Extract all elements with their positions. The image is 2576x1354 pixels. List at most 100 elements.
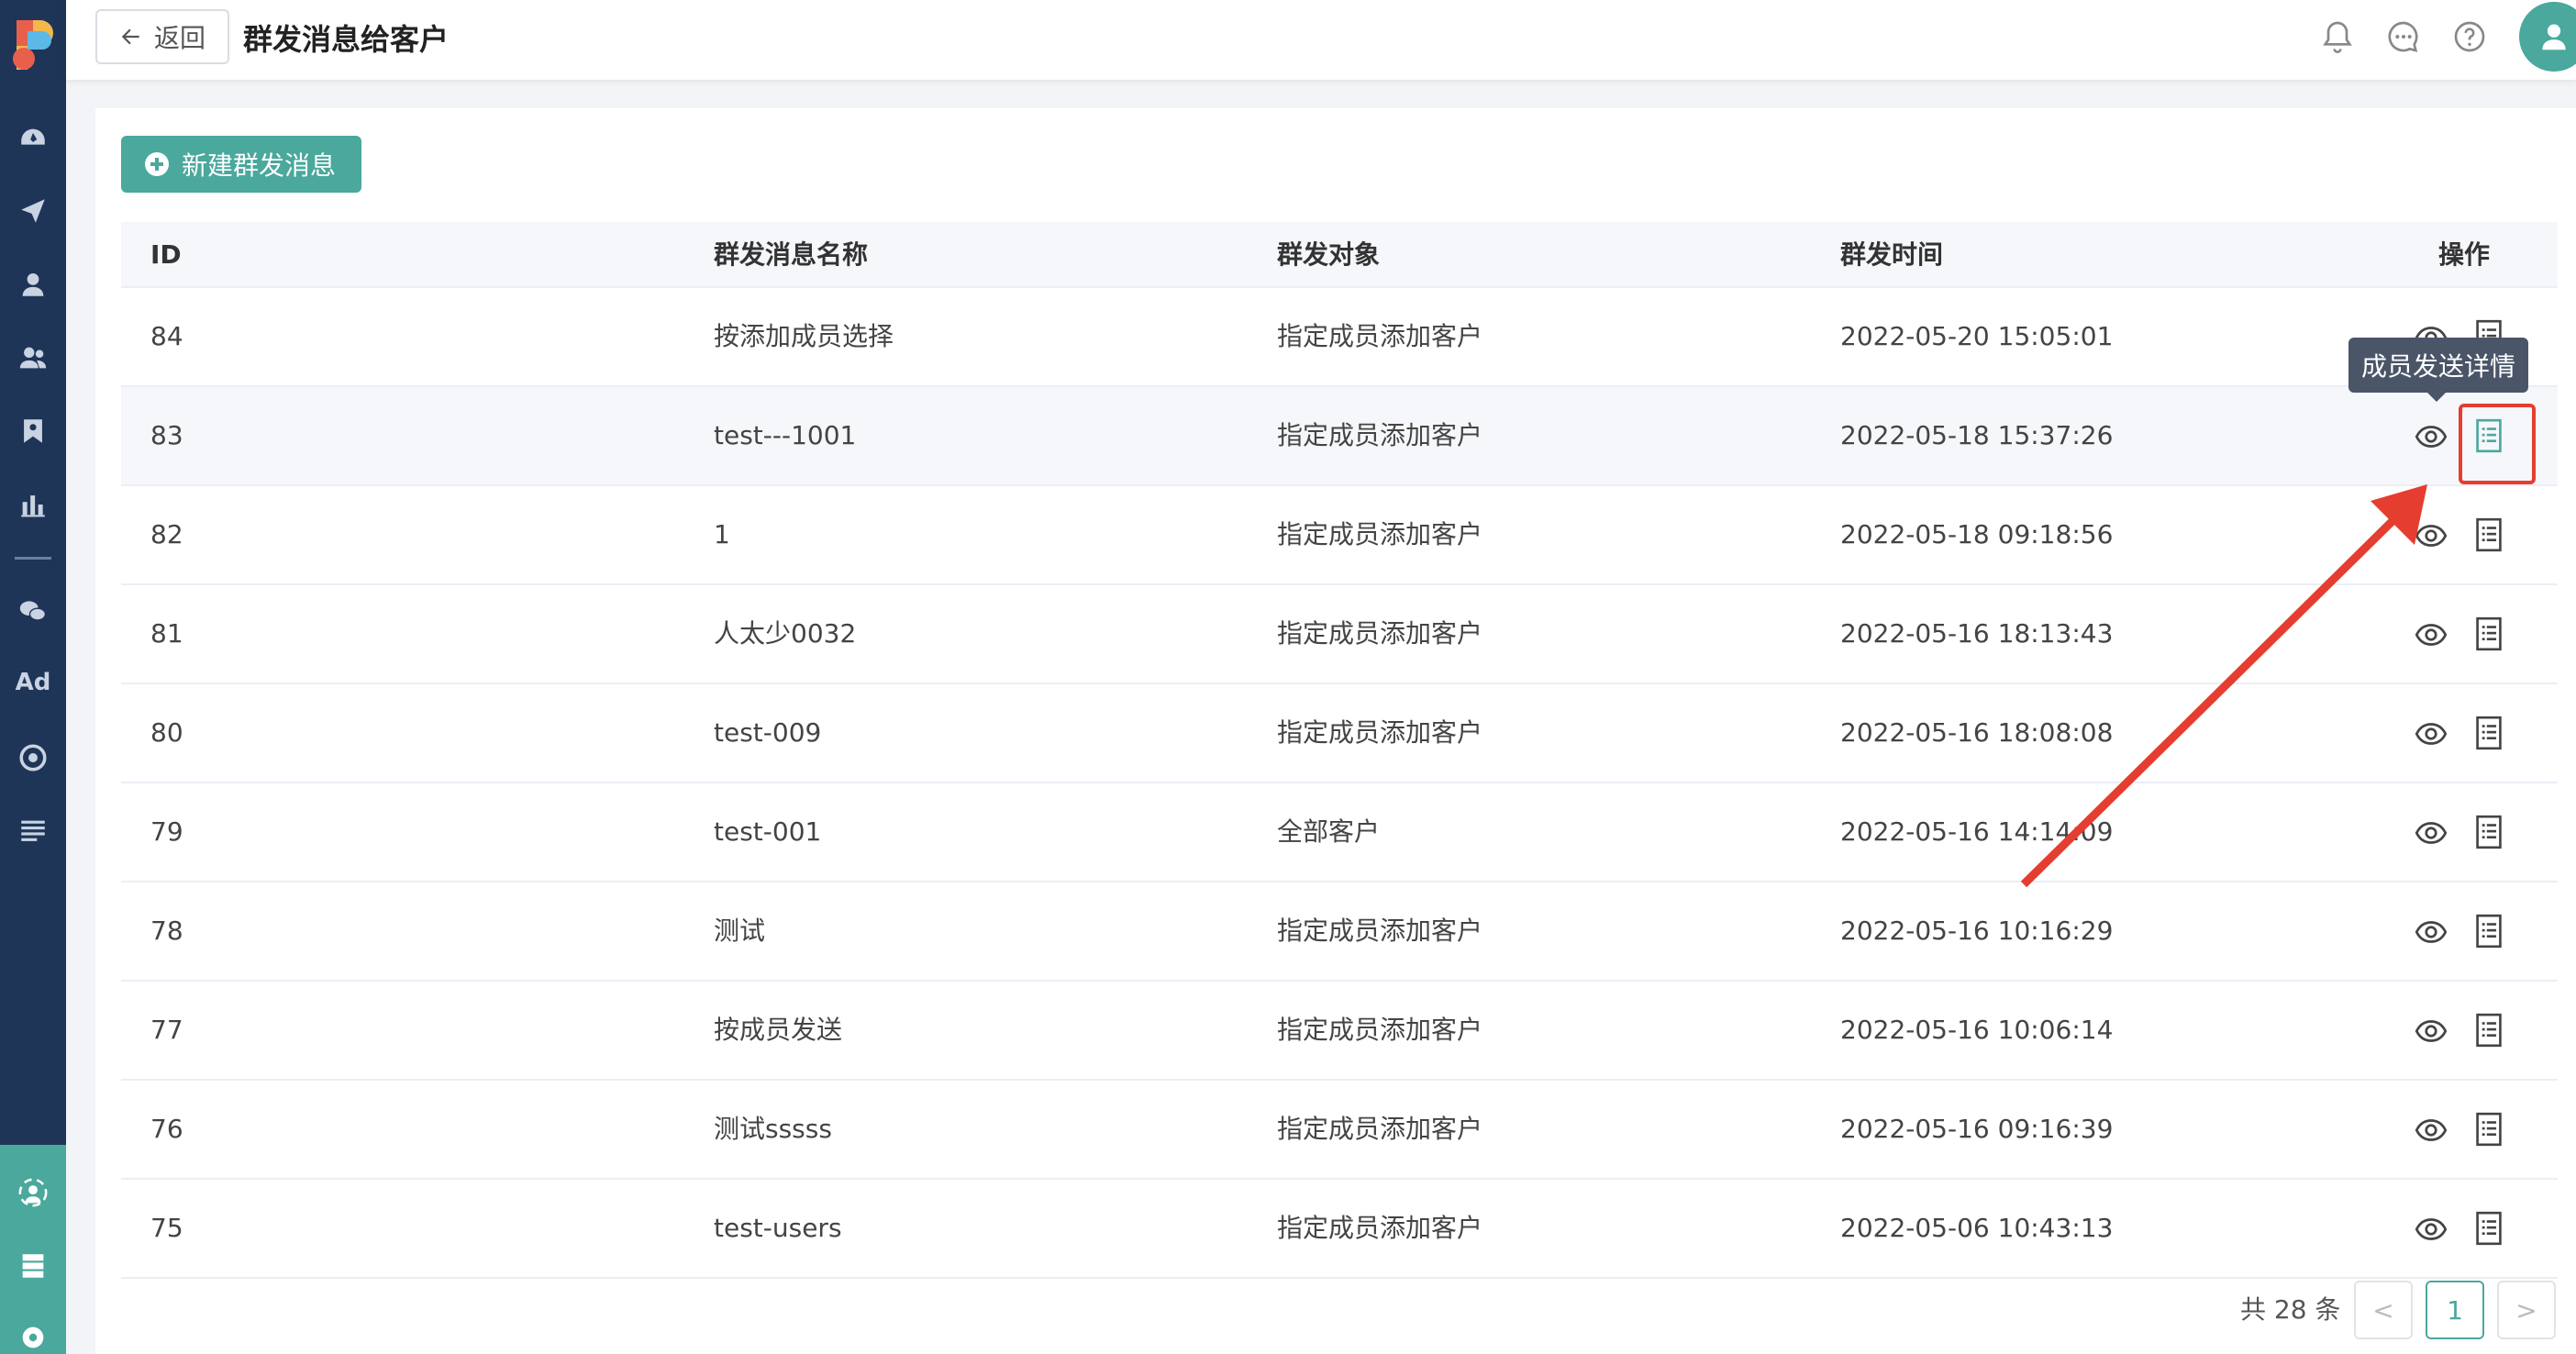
eye-icon[interactable]: [2415, 916, 2448, 949]
document-list-icon[interactable]: [2475, 1013, 2503, 1048]
back-button[interactable]: 返回: [95, 9, 229, 64]
radar-icon[interactable]: [13, 738, 53, 778]
eye-icon[interactable]: [2415, 618, 2448, 651]
sidebar-bottom: [0, 1145, 66, 1354]
cell-id: 75: [150, 1213, 183, 1243]
page-title: 群发消息给客户: [243, 22, 450, 57]
list-icon[interactable]: [13, 811, 53, 851]
cell-target: 指定成员添加客户: [1277, 618, 1483, 649]
eye-icon[interactable]: [2415, 1213, 2448, 1246]
document-list-icon[interactable]: [2475, 1112, 2503, 1147]
avatar[interactable]: [2519, 2, 2576, 72]
document-list-icon[interactable]: [2475, 815, 2503, 849]
cell-name: 1: [714, 519, 730, 549]
document-list-icon[interactable]: [2475, 914, 2503, 949]
eye-icon[interactable]: [2415, 420, 2448, 453]
cell-target: 指定成员添加客户: [1277, 519, 1483, 549]
eye-icon[interactable]: [2415, 519, 2448, 552]
cell-target: 指定成员添加客户: [1277, 1015, 1483, 1045]
table-row: 78 测试 指定成员添加客户 2022-05-16 10:16:29: [121, 882, 2558, 982]
cell-name: 按添加成员选择: [714, 321, 894, 351]
cell-target: 指定成员添加客户: [1277, 1213, 1483, 1243]
table-header: ID 群发消息名称 群发对象 群发时间 操作: [121, 222, 2558, 288]
cell-name: test-001: [714, 816, 822, 847]
eye-icon[interactable]: [2415, 1015, 2448, 1048]
bell-icon[interactable]: [2319, 18, 2356, 55]
app-logo: [9, 17, 57, 73]
table-row: 81 人太少0032 指定成员添加客户 2022-05-16 18:13:43: [121, 585, 2558, 684]
cell-name: test---1001: [714, 420, 857, 450]
cell-id: 84: [150, 321, 183, 351]
plus-circle-icon: [145, 152, 169, 176]
top-header: 返回 群发消息给客户: [66, 0, 2576, 81]
header-op: 操作: [2438, 239, 2491, 270]
cell-name: test-users: [714, 1213, 842, 1243]
cell-id: 79: [150, 816, 183, 847]
cell-time: 2022-05-16 18:08:08: [1840, 717, 2114, 748]
server-icon[interactable]: [13, 1246, 53, 1286]
cell-id: 78: [150, 916, 183, 946]
eye-icon[interactable]: [2415, 1114, 2448, 1147]
prev-page-button[interactable]: <: [2354, 1281, 2413, 1339]
cell-time: 2022-05-16 18:13:43: [1840, 618, 2114, 649]
users-icon[interactable]: [13, 338, 53, 378]
cell-time: 2022-05-18 15:37:26: [1840, 420, 2114, 450]
eye-icon[interactable]: [2415, 816, 2448, 849]
cell-name: 按成员发送: [714, 1015, 843, 1045]
document-list-icon[interactable]: [2475, 1211, 2503, 1246]
gear-icon[interactable]: [13, 1317, 53, 1354]
cell-id: 76: [150, 1114, 183, 1144]
bar-chart-icon[interactable]: [13, 484, 53, 525]
header-id: ID: [150, 239, 182, 270]
cell-id: 77: [150, 1015, 183, 1045]
document-list-icon[interactable]: [2475, 616, 2503, 651]
cell-name: 测试sssss: [714, 1114, 832, 1144]
header-target: 群发对象: [1277, 239, 1381, 270]
cell-id: 81: [150, 618, 183, 649]
new-broadcast-button[interactable]: 新建群发消息: [121, 136, 361, 193]
cell-id: 82: [150, 519, 183, 549]
document-list-icon[interactable]: [2475, 517, 2503, 552]
sidebar-divider: [15, 557, 51, 560]
new-broadcast-label: 新建群发消息: [182, 150, 337, 181]
bookmark-icon[interactable]: [13, 411, 53, 451]
pagination-total: 共 28 条: [2240, 1294, 2341, 1325]
table-row: 83 test---1001 指定成员添加客户 2022-05-18 15:37:26: [121, 387, 2558, 486]
user-icon[interactable]: [13, 264, 53, 305]
cell-target: 全部客户: [1277, 816, 1381, 847]
eye-icon[interactable]: [2415, 717, 2448, 750]
ad-label: Ad: [15, 669, 51, 696]
wechat-icon[interactable]: [13, 591, 53, 631]
table-row: 84 按添加成员选择 指定成员添加客户 2022-05-20 15:05:01: [121, 288, 2558, 387]
send-icon[interactable]: [13, 191, 53, 231]
sidebar: Ad: [0, 0, 66, 1354]
dashboard-icon[interactable]: [13, 119, 53, 160]
ad-icon[interactable]: Ad: [13, 662, 53, 703]
back-label: 返回: [153, 23, 205, 53]
cell-time: 2022-05-16 10:06:14: [1840, 1015, 2114, 1045]
table-row: 80 test-009 指定成员添加客户 2022-05-16 18:08:08: [121, 684, 2558, 783]
page-1-button[interactable]: 1: [2426, 1281, 2484, 1339]
user-avatar-icon: [2542, 24, 2566, 50]
cell-target: 指定成员添加客户: [1277, 916, 1483, 946]
team-icon[interactable]: [13, 1172, 53, 1213]
message-icon[interactable]: [2385, 18, 2422, 55]
cell-time: 2022-05-18 09:18:56: [1840, 519, 2114, 549]
cell-time: 2022-05-16 14:14:09: [1840, 816, 2114, 847]
table-row: 82 1 指定成员添加客户 2022-05-18 09:18:56: [121, 486, 2558, 585]
document-list-icon[interactable]: [2475, 716, 2503, 750]
cell-name: test-009: [714, 717, 822, 748]
annotation-highlight-box: [2459, 404, 2536, 484]
cell-target: 指定成员添加客户: [1277, 717, 1483, 748]
cell-id: 83: [150, 420, 183, 450]
cell-id: 80: [150, 717, 183, 748]
member-send-detail-tooltip: 成员发送详情: [2348, 338, 2528, 402]
broadcast-table: ID 群发消息名称 群发对象 群发时间 操作 84 按添加成员选择指定成员添加客户…: [121, 222, 2558, 1279]
help-icon[interactable]: [2451, 18, 2488, 55]
table-row: 77 按成员发送 指定成员添加客户 2022-05-16 10:06:14: [121, 982, 2558, 1081]
table-row: 79 test-001 全部客户 2022-05-16 14:14:09: [121, 783, 2558, 882]
cell-name: 人太少0032: [714, 618, 857, 649]
next-page-button[interactable]: >: [2497, 1281, 2556, 1339]
cell-time: 2022-05-06 10:43:13: [1840, 1213, 2114, 1243]
table-row: 76 测试sssss 指定成员添加客户 2022-05-16 09:16:39: [121, 1081, 2558, 1180]
